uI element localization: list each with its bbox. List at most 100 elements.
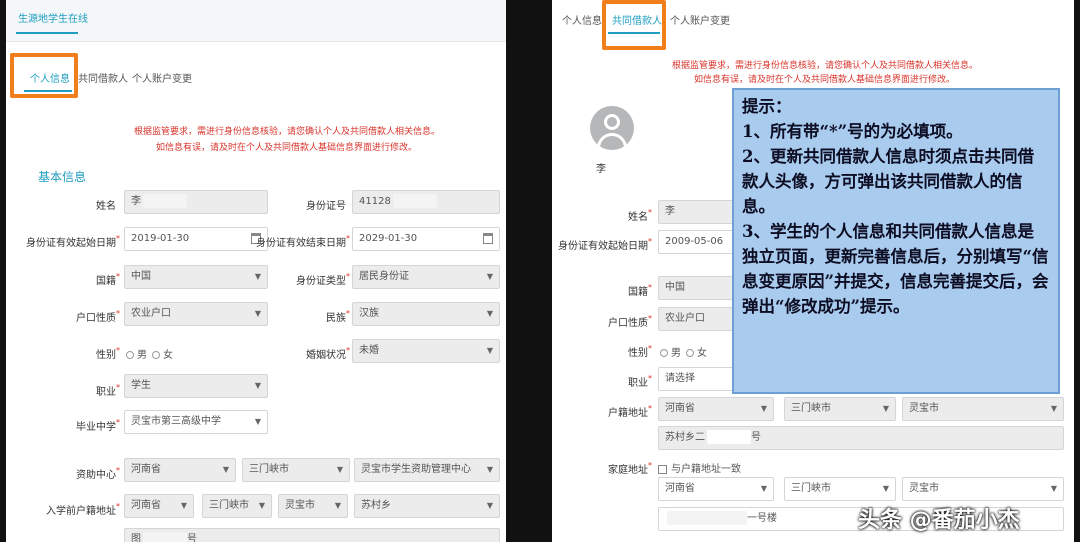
chevron-down-icon: ▼	[760, 404, 767, 413]
nav-active-underline	[16, 32, 78, 34]
chevron-down-icon: ▼	[882, 404, 889, 413]
chevron-down-icon: ▼	[882, 484, 889, 493]
chevron-down-icon: ▼	[486, 501, 493, 510]
section-title-basic-info: 基本信息	[38, 170, 87, 184]
home-province-select[interactable]: 河南省 ▼	[658, 477, 774, 501]
label-aid-center: 资助中心*	[76, 466, 120, 481]
chevron-down-icon: ▼	[222, 465, 229, 474]
id-number-field: 41128	[352, 190, 500, 214]
watermark-text: 头条 @番茄小杰	[858, 508, 1020, 533]
id-end-date-input[interactable]: 2029-01-30	[352, 227, 500, 251]
label-occupation: 职业*	[96, 383, 120, 398]
aid-city-select[interactable]: 三门峡市 ▼	[242, 458, 350, 482]
highlight-box-tab	[602, 0, 666, 50]
gender-radio-female[interactable]: 女	[686, 344, 707, 359]
label-id-type: 身份证类型*	[296, 272, 350, 287]
chevron-down-icon: ▼	[486, 272, 493, 281]
tab-personal-info[interactable]: 个人信息	[562, 12, 602, 27]
chevron-down-icon: ▼	[254, 309, 261, 318]
tip-item-3: 3、学生的个人信息和共同借款人信息是独立页面，更新完善信息后，分别填写“信息变更…	[742, 222, 1049, 316]
chevron-down-icon: ▼	[180, 501, 187, 510]
verification-notice-line-2: 如信息有误，请及时在个人及共同借款人基础信息界面进行修改。	[694, 75, 956, 85]
verification-notice-line-1: 根据监管要求，需进行身份信息核验，请您确认个人及共同借款人相关信息。	[672, 61, 979, 71]
pre-hukou-town-select[interactable]: 苏村乡 ▼	[354, 494, 500, 518]
nationality-select[interactable]: 中国	[658, 276, 738, 300]
label-marital-status: 婚姻状况*	[306, 346, 350, 361]
chevron-down-icon: ▼	[258, 501, 265, 510]
label-id-end-date: 身份证有效结束日期*	[256, 234, 350, 249]
tip-title: 提示：	[742, 97, 792, 116]
label-ethnicity: 民族*	[326, 309, 350, 324]
hukou-detail-input[interactable]: 苏村乡二号	[658, 426, 1064, 450]
label-hukou-type: 户口性质*	[608, 314, 652, 329]
pre-hukou-city-select[interactable]: 三门峡市 ▼	[202, 494, 272, 518]
tab-account-change[interactable]: 个人账户变更	[670, 12, 730, 27]
right-screenshot-panel: 个人信息 共同借款人 个人账户变更 根据监管要求，需进行身份信息核验，请您确认个…	[552, 0, 1074, 542]
label-id-start-date: 身份证有效起始日期*	[26, 234, 120, 249]
hukou-city-select[interactable]: 三门峡市 ▼	[784, 397, 896, 421]
tab-account-change[interactable]: 个人账户变更	[132, 70, 192, 85]
pre-hukou-county-select[interactable]: 灵宝市 ▼	[278, 494, 348, 518]
label-gender: 性别*	[628, 344, 652, 359]
chevron-down-icon: ▼	[486, 346, 493, 355]
high-school-select[interactable]: 灵宝市第三高级中学 ▼	[124, 410, 268, 434]
tip-item-1: 1、所有带“*”号的为必填项。	[742, 122, 963, 141]
same-as-hukou-checkbox[interactable]: 与户籍地址一致	[658, 460, 741, 475]
verification-notice-line-1: 根据监管要求，需进行身份信息核验，请您确认个人及共同借款人相关信息。	[134, 127, 441, 137]
pre-hukou-detail-input[interactable]: 图号	[124, 528, 500, 542]
chevron-down-icon: ▼	[486, 309, 493, 318]
label-gender: 性别*	[96, 346, 120, 361]
label-nationality: 国籍*	[96, 272, 120, 287]
name-field: 李	[658, 200, 738, 224]
chevron-down-icon: ▼	[336, 465, 343, 474]
chevron-down-icon: ▼	[254, 417, 261, 426]
label-occupation: 职业*	[628, 374, 652, 389]
chevron-down-icon: ▼	[1050, 404, 1057, 413]
label-nationality: 国籍*	[628, 283, 652, 298]
label-name: 姓名*	[628, 208, 652, 223]
gender-radio-male[interactable]: 男	[126, 346, 147, 361]
id-type-select[interactable]: 居民身份证 ▼	[352, 265, 500, 289]
chevron-down-icon: ▼	[760, 484, 767, 493]
tip-item-2: 2、更新共同借款人信息时须点击共同借款人头像，方可弹出该共同借款人的信息。	[742, 147, 1034, 216]
avatar-name: 李	[596, 164, 606, 175]
hukou-county-select[interactable]: 灵宝市 ▼	[902, 397, 1064, 421]
occupation-select[interactable]: 请选择	[658, 367, 738, 391]
label-name: 姓名	[96, 201, 116, 212]
chevron-down-icon: ▼	[254, 272, 261, 281]
aid-center-select[interactable]: 灵宝市学生资助管理中心 ▼	[354, 458, 500, 482]
gender-radio-female[interactable]: 女	[152, 346, 173, 361]
calendar-icon[interactable]	[483, 233, 493, 244]
tab-co-borrower[interactable]: 共同借款人	[78, 70, 128, 85]
occupation-select[interactable]: 学生 ▼	[124, 374, 268, 398]
ethnicity-select[interactable]: 汉族 ▼	[352, 302, 500, 326]
highlight-box-tab	[10, 53, 78, 98]
gender-radio-male[interactable]: 男	[660, 344, 681, 359]
label-hukou-address: 户籍地址*	[608, 404, 652, 419]
label-hukou-type: 户口性质*	[76, 309, 120, 324]
pre-hukou-province-select[interactable]: 河南省 ▼	[124, 494, 194, 518]
aid-province-select[interactable]: 河南省 ▼	[124, 458, 236, 482]
marital-status-select[interactable]: 未婚 ▼	[352, 339, 500, 363]
co-borrower-avatar[interactable]	[590, 106, 634, 150]
chevron-down-icon: ▼	[486, 465, 493, 474]
top-nav-strip: 生源地学生在线	[6, 0, 506, 42]
left-screenshot-panel: 生源地学生在线 个人信息 共同借款人 个人账户变更 根据监管要求，需进行身份信息…	[6, 0, 506, 542]
hukou-type-select[interactable]: 农业户口 ▼	[124, 302, 268, 326]
nav-item-student-online[interactable]: 生源地学生在线	[18, 10, 88, 25]
label-id-number: 身份证号	[306, 201, 346, 212]
id-start-date-input[interactable]: 2009-05-06	[658, 230, 738, 254]
nationality-select[interactable]: 中国 ▼	[124, 265, 268, 289]
chevron-down-icon: ▼	[334, 501, 341, 510]
verification-notice-line-2: 如信息有误，请及时在个人及共同借款人基础信息界面进行修改。	[156, 143, 418, 153]
hukou-province-select[interactable]: 河南省 ▼	[658, 397, 774, 421]
home-county-select[interactable]: 灵宝市 ▼	[902, 477, 1064, 501]
hukou-type-select[interactable]: 农业户口	[658, 307, 738, 331]
label-pre-hukou-address: 入学前户籍地址*	[46, 502, 120, 517]
name-field: 李	[124, 190, 268, 214]
label-id-start-date: 身份证有效起始日期*	[558, 237, 652, 252]
label-high-school: 毕业中学*	[76, 418, 120, 433]
home-city-select[interactable]: 三门峡市 ▼	[784, 477, 896, 501]
chevron-down-icon: ▼	[254, 381, 261, 390]
chevron-down-icon: ▼	[1050, 484, 1057, 493]
